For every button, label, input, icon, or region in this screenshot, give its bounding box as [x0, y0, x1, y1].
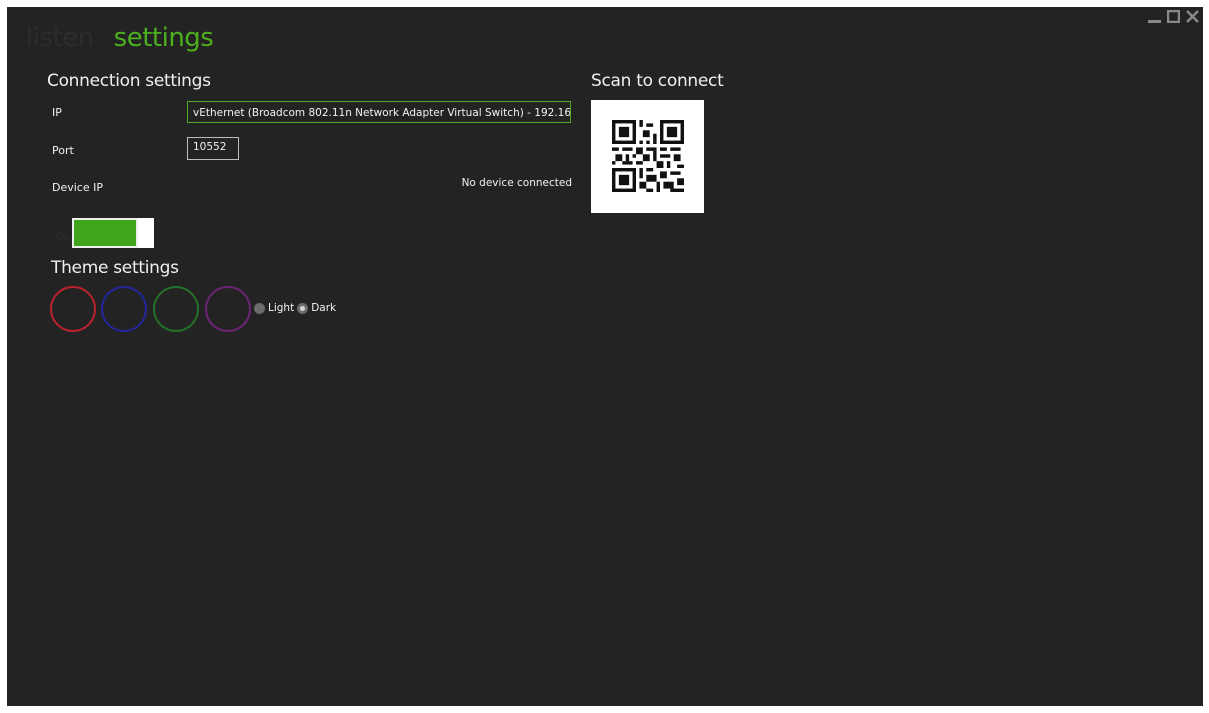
- qr-code-icon: [612, 120, 684, 192]
- ip-label: IP: [52, 106, 62, 119]
- device-ip-label: Device IP: [52, 181, 103, 194]
- qr-code: [591, 100, 704, 213]
- minimize-icon[interactable]: [1147, 9, 1161, 23]
- tab-listen[interactable]: listen: [26, 23, 94, 53]
- toggle-thumb[interactable]: [138, 218, 154, 248]
- app-window: listen settings Connection settings IP v…: [7, 7, 1203, 706]
- toggle-track: [72, 218, 138, 248]
- toggle-label: On: [56, 232, 71, 243]
- radio-dark-label: Dark: [311, 302, 337, 314]
- accent-swatch-green[interactable]: [153, 286, 199, 332]
- accent-swatch-blue[interactable]: [101, 286, 147, 332]
- radio-light[interactable]: Light: [254, 302, 294, 314]
- device-status: No device connected: [461, 177, 572, 189]
- radio-dark[interactable]: Dark: [297, 302, 336, 314]
- theme-settings-title: Theme settings: [51, 258, 179, 278]
- close-icon[interactable]: [1185, 9, 1199, 23]
- radio-light-label: Light: [268, 302, 295, 314]
- tab-settings[interactable]: settings: [114, 23, 214, 53]
- theme-mode-options: Light Dark: [254, 302, 336, 314]
- nav-tabs: listen settings: [26, 23, 214, 53]
- maximize-icon[interactable]: [1166, 9, 1180, 23]
- radio-light-dot[interactable]: [254, 302, 265, 314]
- accent-swatch-purple[interactable]: [205, 286, 251, 332]
- port-label: Port: [52, 144, 74, 157]
- connection-toggle[interactable]: On: [52, 218, 156, 250]
- accent-swatch-red[interactable]: [50, 286, 96, 332]
- accent-swatches: [50, 286, 251, 332]
- connection-settings-title: Connection settings: [47, 71, 211, 91]
- scan-title: Scan to connect: [591, 71, 724, 91]
- window-controls: [1147, 9, 1199, 23]
- ip-select[interactable]: vEthernet (Broadcom 802.11n Network Adap…: [187, 101, 571, 123]
- port-input[interactable]: 10552: [187, 137, 239, 160]
- radio-dark-dot[interactable]: [297, 302, 309, 314]
